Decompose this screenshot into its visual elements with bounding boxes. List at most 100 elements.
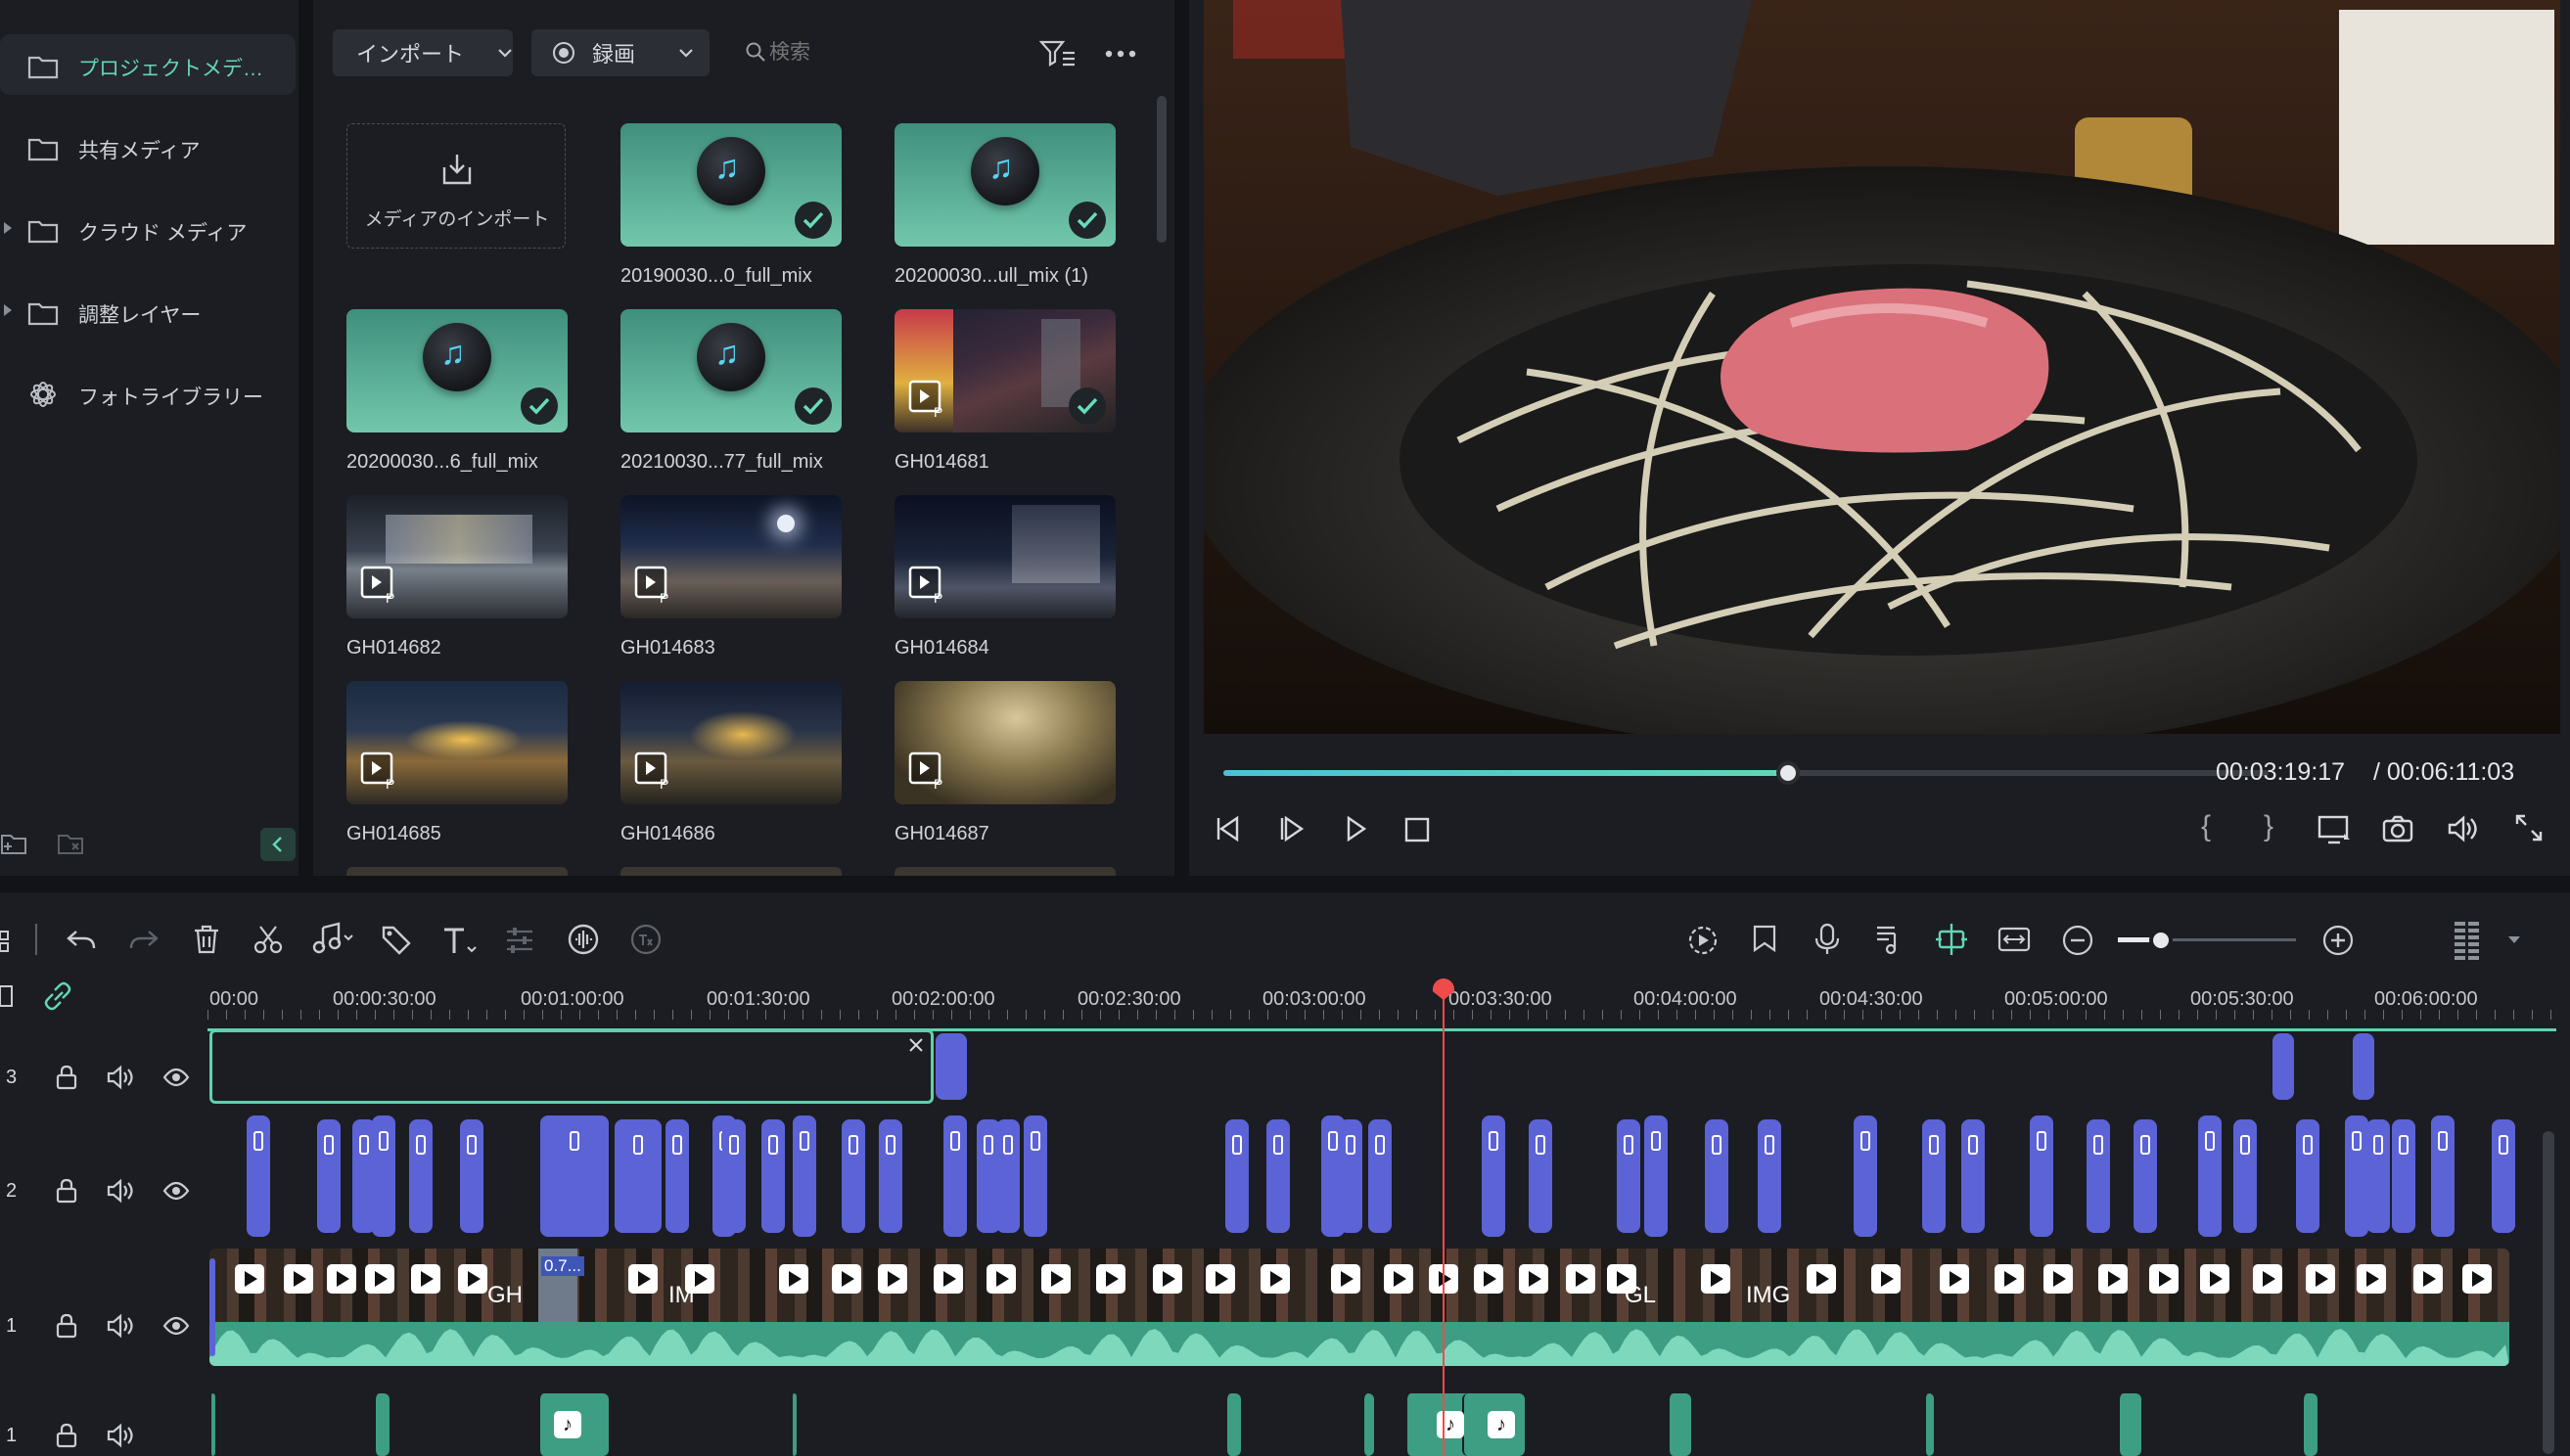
media-thumbnail-video[interactable]: P	[620, 681, 842, 804]
chevron-down-icon[interactable]	[2507, 935, 2521, 945]
text-clip[interactable]	[1339, 1119, 1362, 1233]
filter-icon[interactable]	[1039, 39, 1077, 68]
text-clip[interactable]	[761, 1119, 785, 1233]
import-media-tile[interactable]: メディアのインポート	[346, 123, 566, 249]
timeline-vertical-scrollbar[interactable]	[2543, 1131, 2554, 1454]
media-thumbnail-audio[interactable]: ♫	[620, 309, 842, 432]
split-scissors-icon[interactable]	[252, 924, 284, 955]
audio-clip[interactable]	[1362, 1393, 1374, 1456]
audio-waveform-icon[interactable]	[566, 922, 601, 957]
audio-clip[interactable]	[2302, 1393, 2318, 1456]
text-clip[interactable]	[1705, 1119, 1728, 1233]
text-clip[interactable]	[247, 1115, 270, 1237]
text-clip[interactable]	[1266, 1119, 1290, 1233]
render-preview-icon[interactable]	[1685, 924, 1721, 957]
eye-icon[interactable]	[162, 1067, 190, 1088]
text-clip[interactable]	[2431, 1115, 2455, 1237]
text-clip[interactable]	[1024, 1115, 1047, 1237]
text-clip[interactable]	[2366, 1119, 2390, 1233]
media-thumbnail-video[interactable]: P	[346, 681, 568, 804]
text-clip[interactable]	[1854, 1115, 1877, 1237]
sidebar-item-adjustment-layer[interactable]: 調整レイヤー	[0, 281, 296, 341]
text-clip[interactable]	[1758, 1119, 1781, 1233]
fit-timeline-icon[interactable]	[1996, 924, 2032, 955]
text-clip[interactable]	[615, 1119, 662, 1233]
fullscreen-icon[interactable]	[2513, 812, 2545, 843]
sidebar-item-photo-library[interactable]: フォトライブラリー	[0, 363, 296, 424]
delete-trash-icon[interactable]	[192, 924, 221, 955]
text-clip[interactable]	[1644, 1115, 1668, 1237]
text-clip[interactable]	[996, 1119, 1020, 1233]
media-thumbnail-video[interactable]: P	[346, 495, 568, 618]
text-clip[interactable]	[540, 1115, 609, 1237]
lock-icon[interactable]	[55, 1313, 78, 1339]
audio-clip[interactable]	[1924, 1393, 1934, 1456]
record-dropdown-button[interactable]: 録画	[531, 29, 710, 76]
title-clip[interactable]	[2353, 1033, 2374, 1100]
zoom-in-icon[interactable]	[2321, 924, 2355, 957]
lock-icon[interactable]	[55, 1423, 78, 1448]
title-clip[interactable]	[936, 1033, 967, 1100]
text-clip[interactable]	[2087, 1119, 2110, 1233]
collapse-sidebar-button[interactable]	[260, 828, 296, 861]
lock-icon[interactable]	[55, 1065, 78, 1090]
volume-icon[interactable]	[2447, 814, 2478, 843]
text-clip[interactable]	[1617, 1119, 1640, 1233]
text-clip[interactable]	[2030, 1115, 2053, 1237]
sidebar-item-shared-media[interactable]: 共有メディア	[0, 116, 296, 177]
speech-to-text-icon[interactable]	[628, 922, 664, 957]
speaker-icon[interactable]	[106, 1065, 135, 1090]
auto-music-icon[interactable]	[1873, 922, 1906, 957]
timeline-ruler[interactable]: 00:00 00:00:30:00 00:01:00:00 00:01:30:0…	[207, 980, 2556, 1020]
zoom-slider-handle[interactable]	[2149, 929, 2173, 952]
microphone-icon[interactable]	[1813, 922, 1842, 957]
audio-clip[interactable]	[1668, 1393, 1691, 1456]
text-clip[interactable]	[1368, 1119, 1392, 1233]
text-tool-icon[interactable]	[440, 924, 480, 957]
audio-clip[interactable]	[791, 1393, 797, 1456]
zoom-slider-track[interactable]	[2118, 929, 2296, 952]
media-thumbnail-audio[interactable]: ♫	[620, 123, 842, 247]
text-clip[interactable]	[1529, 1119, 1552, 1233]
media-thumbnail-video[interactable]: P	[895, 681, 1116, 804]
text-clip[interactable]	[1482, 1115, 1505, 1237]
search-input[interactable]	[769, 33, 965, 72]
text-clip[interactable]	[793, 1115, 816, 1237]
text-clip[interactable]	[372, 1115, 395, 1237]
preview-video-frame[interactable]	[1204, 0, 2560, 734]
expand-triangle-icon[interactable]	[4, 222, 12, 234]
playback-progress-track[interactable]	[1223, 761, 2269, 785]
media-thumbnail-audio[interactable]: ♫	[346, 309, 568, 432]
speaker-icon[interactable]	[106, 1313, 135, 1339]
previous-frame-icon[interactable]	[1212, 814, 1245, 843]
layout-icon[interactable]	[0, 926, 14, 955]
new-folder-icon[interactable]	[0, 830, 27, 857]
tag-icon[interactable]	[380, 924, 413, 957]
text-clip[interactable]	[409, 1119, 433, 1233]
play-icon[interactable]	[1341, 814, 1370, 843]
audio-clip[interactable]	[374, 1393, 390, 1456]
text-clip[interactable]	[2134, 1119, 2157, 1233]
speaker-icon[interactable]	[106, 1423, 135, 1448]
audio-clip[interactable]	[1225, 1393, 1241, 1456]
zoom-out-icon[interactable]	[2061, 924, 2094, 957]
text-clip[interactable]	[2392, 1119, 2415, 1233]
adjust-sliders-icon[interactable]	[503, 924, 536, 957]
text-clip[interactable]	[1922, 1119, 1946, 1233]
snap-magnet-icon[interactable]	[1934, 922, 1969, 957]
playback-scrubber-handle[interactable]	[1775, 761, 1800, 785]
close-icon[interactable]	[907, 1036, 925, 1054]
text-clip[interactable]	[943, 1115, 967, 1237]
expand-triangle-icon[interactable]	[4, 304, 12, 316]
more-options-icon[interactable]	[1104, 49, 1137, 59]
undo-icon[interactable]	[65, 926, 98, 955]
import-dropdown-button[interactable]: インポート	[333, 29, 513, 76]
text-clip[interactable]	[665, 1119, 689, 1233]
text-clip[interactable]	[2345, 1115, 2368, 1237]
media-thumbnail-video[interactable]: P	[620, 495, 842, 618]
eye-icon[interactable]	[162, 1315, 190, 1337]
audio-clip[interactable]	[2118, 1393, 2141, 1456]
text-clip[interactable]	[722, 1119, 746, 1233]
sidebar-item-cloud-media[interactable]: クラウド メディア	[0, 199, 296, 259]
text-clip[interactable]	[2492, 1119, 2515, 1233]
